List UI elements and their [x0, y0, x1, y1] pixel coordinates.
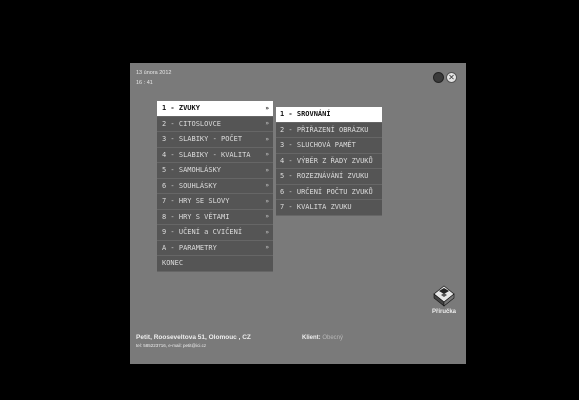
menu-item-samohlasky[interactable]: 5 - SAMOHLÁSKY » — [157, 163, 273, 179]
submenu-arrow-icon: » — [265, 213, 269, 221]
submenu-item-label: 4 - VÝBĚR Z ŘADY ZVUKŮ — [280, 156, 373, 165]
client-value[interactable]: Obecný — [322, 335, 343, 341]
submenu-item-rozeznavani-zvuku[interactable]: 5 - ROZEZNÁVÁNÍ ZVUKU — [276, 169, 382, 185]
submenu-arrow-icon: » — [265, 244, 269, 252]
menu-item-hry-s-vetami[interactable]: 8 - HRY S VĚTAMI » — [157, 210, 273, 225]
menu-item-konec[interactable]: KONEC — [157, 256, 273, 272]
close-icon[interactable]: ✕ — [446, 72, 457, 83]
company-contact: tel: 585223716, e-mail: petit@ici.cz — [136, 343, 207, 348]
submenu-item-label: 3 - SLUCHOVÁ PAMĚT — [280, 141, 356, 150]
submenu-zvuky: 1 - SROVNÁNÍ 2 - PŘIŘAZENÍ OBRÁZKU 3 - S… — [276, 107, 382, 216]
submenu-item-srovnani[interactable]: 1 - SROVNÁNÍ — [276, 107, 382, 123]
submenu-item-label: 1 - SROVNÁNÍ — [280, 110, 331, 119]
menu-item-label: 6 - SOUHLÁSKY — [162, 181, 217, 190]
menu-item-label: 2 - CITOSLOVCE — [162, 119, 222, 128]
menu-item-uceni-a-cviceni[interactable]: 9 - UČENÍ a CVIČENÍ » — [157, 225, 273, 241]
submenu-arrow-icon: » — [265, 182, 269, 190]
menu-item-label: A - PARAMETRY — [162, 243, 217, 252]
submenu-item-prirazeni-obrazku[interactable]: 2 - PŘIŘAZENÍ OBRÁZKU — [276, 123, 382, 138]
submenu-item-kvalita-zvuku[interactable]: 7 - KVALITA ZVUKU — [276, 200, 382, 216]
submenu-arrow-icon: » — [265, 151, 269, 159]
menu-item-label: 1 - ZVUKY — [162, 104, 200, 113]
menu-item-souhlasky[interactable]: 6 - SOUHLÁSKY » — [157, 179, 273, 194]
main-window: 13 února 2012 16 : 41 ✕ 1 - ZVUKY » 2 - … — [130, 63, 466, 364]
company-address: Petit, Rooseveltova 51, Olomouc , CZ — [136, 334, 251, 341]
manual-book-icon — [433, 285, 455, 307]
menu-item-label: KONEC — [162, 259, 184, 268]
submenu-arrow-icon: » — [265, 197, 269, 205]
submenu-arrow-icon: » — [265, 228, 269, 236]
time-display: 16 : 41 — [136, 80, 153, 86]
manual-button[interactable]: Příručka — [424, 285, 464, 315]
submenu-item-sluchova-pamet[interactable]: 3 - SLUCHOVÁ PAMĚT — [276, 138, 382, 154]
submenu-item-label: 7 - KVALITA ZVUKU — [280, 203, 352, 212]
submenu-item-label: 2 - PŘIŘAZENÍ OBRÁZKU — [280, 125, 369, 134]
menu-item-label: 3 - SLABIKY - POČET — [162, 135, 243, 144]
client-label: Klient: — [302, 335, 321, 341]
menu-item-label: 4 - SLABIKY - KVALITA — [162, 150, 251, 159]
submenu-arrow-icon: » — [265, 120, 269, 128]
window-controls: ✕ — [433, 72, 457, 83]
company-info: Petit, Rooseveltova 51, Olomouc , CZ tel… — [136, 334, 251, 348]
menu-item-zvuky[interactable]: 1 - ZVUKY » — [157, 101, 273, 117]
submenu-arrow-icon: » — [265, 135, 269, 143]
menu-item-citoslovce[interactable]: 2 - CITOSLOVCE » — [157, 117, 273, 132]
date-display: 13 února 2012 — [136, 70, 172, 76]
menu-item-label: 7 - HRY SE SLOVY — [162, 197, 230, 206]
main-menu: 1 - ZVUKY » 2 - CITOSLOVCE » 3 - SLABIKY… — [157, 101, 273, 272]
menu-item-parametry[interactable]: A - PARAMETRY » — [157, 241, 273, 256]
menu-item-label: 8 - HRY S VĚTAMI — [162, 212, 230, 221]
client-info: Klient: Obecný — [302, 335, 343, 341]
submenu-item-vyber-z-rady-zvuku[interactable]: 4 - VÝBĚR Z ŘADY ZVUKŮ — [276, 154, 382, 169]
manual-label: Příručka — [431, 309, 456, 315]
submenu-item-label: 5 - ROZEZNÁVÁNÍ ZVUKU — [280, 172, 369, 181]
submenu-item-label: 6 - URČENÍ POČTU ZVUKŮ — [280, 187, 373, 196]
minimize-icon[interactable] — [433, 72, 444, 83]
menu-item-label: 5 - SAMOHLÁSKY — [162, 166, 222, 175]
menu-item-slabiky-kvalita[interactable]: 4 - SLABIKY - KVALITA » — [157, 148, 273, 163]
submenu-arrow-icon: » — [265, 104, 269, 112]
menu-item-hry-se-slovy[interactable]: 7 - HRY SE SLOVY » — [157, 194, 273, 210]
menu-item-label: 9 - UČENÍ a CVIČENÍ — [162, 228, 243, 237]
submenu-item-urceni-poctu-zvuku[interactable]: 6 - URČENÍ POČTU ZVUKŮ — [276, 185, 382, 200]
submenu-arrow-icon: » — [265, 166, 269, 174]
menu-item-slabiky-pocet[interactable]: 3 - SLABIKY - POČET » — [157, 132, 273, 148]
